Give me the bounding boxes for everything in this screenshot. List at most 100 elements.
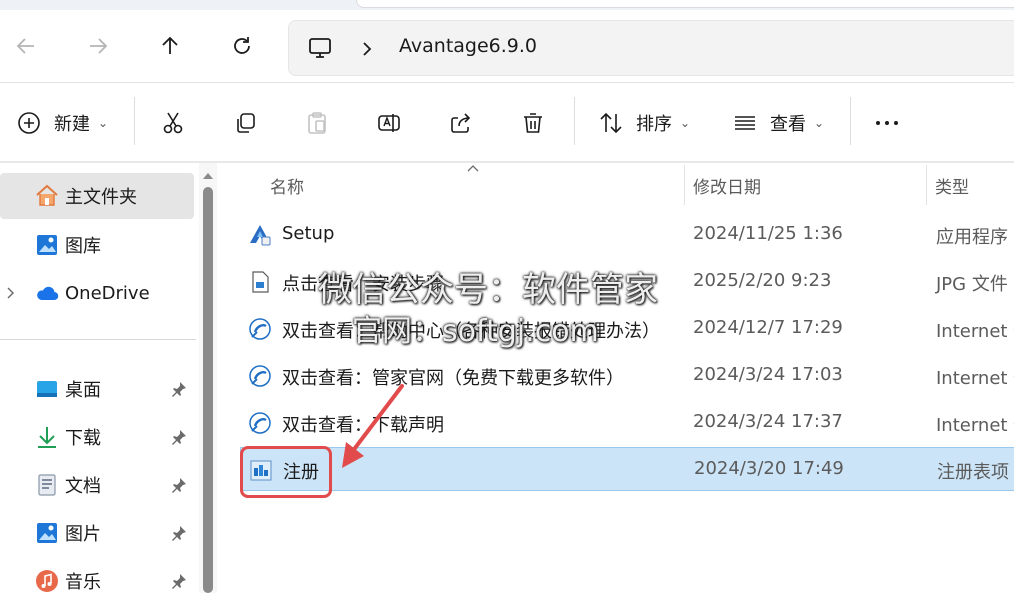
file-date: 2024/3/24 17:37 <box>693 411 843 432</box>
file-date: 2025/2/20 9:23 <box>693 270 832 291</box>
column-header-label: 名称 <box>270 177 304 198</box>
document-icon <box>38 474 56 496</box>
back-button[interactable] <box>6 28 46 64</box>
navigation-bar: Avantage6.9.0 <box>0 10 1014 82</box>
sidebar-item-downloads[interactable]: 下载 <box>0 414 194 460</box>
view-button[interactable]: 查看 ⌄ <box>732 103 824 143</box>
rename-button[interactable] <box>376 103 402 143</box>
sidebar-item-label: 下载 <box>65 428 101 449</box>
sidebar-item-label: 主文件夹 <box>65 187 137 208</box>
home-icon <box>36 184 58 206</box>
internet-shortcut-icon <box>249 412 271 434</box>
sidebar-item-label: 图片 <box>65 524 101 545</box>
gallery-icon <box>37 235 57 255</box>
file-date: 2024/3/20 17:49 <box>694 458 844 479</box>
sort-button[interactable]: 排序 ⌄ <box>598 103 690 143</box>
arrow-left-icon <box>16 38 34 54</box>
pin-icon[interactable] <box>170 572 188 590</box>
command-bar: 新建 ⌄ 排序 ⌄ 查看 ⌄ <box>0 83 1014 161</box>
file-type: JPG 文件 <box>936 274 1008 295</box>
chevron-right-icon[interactable] <box>359 39 375 59</box>
address-path[interactable]: Avantage6.9.0 <box>399 35 537 57</box>
pin-icon[interactable] <box>170 476 188 494</box>
sidebar-item-label: 音乐 <box>65 572 101 593</box>
file-type: Internet 快 <box>936 321 1014 342</box>
arrow-right-icon <box>90 38 108 54</box>
table-row[interactable]: 点击查看：安装步骤 2025/2/20 9:23 JPG 文件 <box>240 260 1014 304</box>
divider <box>850 97 851 145</box>
column-header-label: 类型 <box>935 177 969 198</box>
new-button[interactable]: 新建 ⌄ <box>16 103 108 143</box>
address-bar[interactable]: Avantage6.9.0 <box>288 20 1014 76</box>
file-type: 注册表项 <box>937 462 1009 483</box>
more-options-button[interactable] <box>874 103 900 143</box>
sidebar-item-documents[interactable]: 文档 <box>0 462 194 508</box>
image-file-icon <box>252 271 269 293</box>
refresh-icon <box>234 37 250 54</box>
column-header-date[interactable]: 修改日期 <box>693 163 761 207</box>
sidebar-item-home[interactable]: 主文件夹 <box>0 173 194 219</box>
column-header-type[interactable]: 类型 <box>935 163 969 207</box>
file-type: Internet 快 <box>936 368 1014 389</box>
annotation-highlight-box <box>240 446 332 498</box>
column-divider[interactable] <box>926 165 927 205</box>
title-bar <box>0 0 1014 10</box>
up-button[interactable] <box>150 28 190 64</box>
sort-label: 排序 <box>636 114 672 135</box>
window-tab[interactable] <box>356 0 1014 8</box>
file-name: 点击查看：安装步骤 <box>282 274 444 295</box>
chevron-right-icon[interactable] <box>4 286 18 300</box>
scissors-icon <box>163 112 183 134</box>
sidebar-item-pictures[interactable]: 图片 <box>0 510 194 556</box>
navigation-pane: 主文件夹 图库 OneDrive 桌面 下载 文档 图片 音乐 <box>0 163 218 593</box>
more-icon <box>876 121 898 125</box>
sidebar-item-desktop[interactable]: 桌面 <box>0 366 194 412</box>
clipboard-icon <box>308 112 326 134</box>
delete-button[interactable] <box>520 103 546 143</box>
sidebar-item-label: 文档 <box>65 476 101 497</box>
plus-circle-icon <box>18 112 40 134</box>
internet-shortcut-icon <box>249 318 271 340</box>
new-label: 新建 <box>54 114 90 135</box>
sidebar-item-gallery[interactable]: 图库 <box>0 222 194 268</box>
annotation-arrow-icon <box>342 384 404 468</box>
file-name: Setup <box>282 223 335 244</box>
divider <box>574 97 575 145</box>
forward-button[interactable] <box>78 28 118 64</box>
pictures-icon <box>37 523 57 543</box>
share-button[interactable] <box>448 103 474 143</box>
paste-button[interactable] <box>304 103 330 143</box>
sidebar-item-label: 图库 <box>65 236 101 257</box>
pin-icon[interactable] <box>170 428 188 446</box>
sidebar-item-music[interactable]: 音乐 <box>0 558 194 593</box>
refresh-button[interactable] <box>222 28 262 64</box>
download-icon <box>38 427 56 448</box>
file-date: 2024/12/7 17:29 <box>693 317 843 338</box>
file-type: Internet 快 <box>936 415 1014 436</box>
table-row[interactable]: Setup 2024/11/25 1:36 应用程序 <box>240 213 1014 257</box>
file-list: 名称 修改日期 类型 Setup 2024/11/25 1:36 应用程序 点击… <box>218 163 1014 593</box>
sidebar-item-label: OneDrive <box>65 282 150 304</box>
sidebar-item-onedrive[interactable]: OneDrive <box>0 270 194 316</box>
file-date: 2024/3/24 17:03 <box>693 364 843 385</box>
scroll-up-icon[interactable] <box>202 171 214 181</box>
chevron-down-icon: ⌄ <box>814 116 825 130</box>
trash-icon <box>524 113 542 133</box>
scrollbar-thumb[interactable] <box>203 187 213 593</box>
copy-button[interactable] <box>232 103 258 143</box>
internet-shortcut-icon <box>249 365 271 387</box>
share-icon <box>451 113 471 133</box>
cut-button[interactable] <box>160 103 186 143</box>
chevron-down-icon: ⌄ <box>680 116 691 130</box>
file-name: 双击查看：帮助中心（各种安装报错处理办法） <box>282 321 660 342</box>
column-divider[interactable] <box>684 165 685 205</box>
table-row[interactable]: 双击查看：帮助中心（各种安装报错处理办法） 2024/12/7 17:29 In… <box>240 307 1014 351</box>
setup-icon <box>250 225 271 246</box>
pin-icon[interactable] <box>170 524 188 542</box>
column-header-name[interactable]: 名称 <box>270 163 304 207</box>
desktop-icon <box>37 381 57 397</box>
column-header-label: 修改日期 <box>693 177 761 198</box>
divider <box>0 339 196 340</box>
file-date: 2024/11/25 1:36 <box>693 223 843 244</box>
pin-icon[interactable] <box>170 380 188 398</box>
